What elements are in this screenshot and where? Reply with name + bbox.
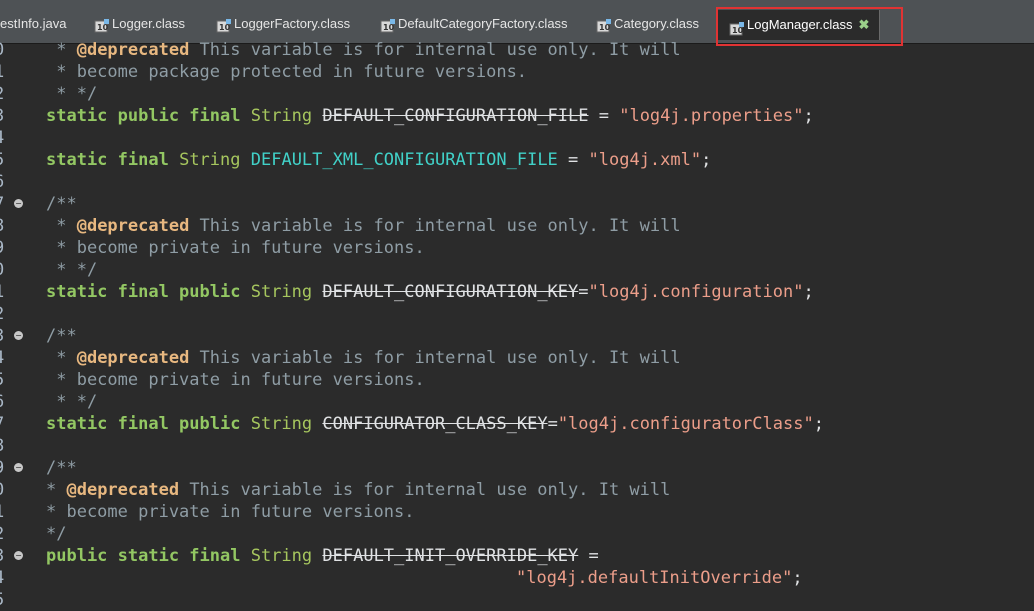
line-number: 0 [0, 259, 4, 281]
tab-label: estInfo.java [0, 16, 67, 31]
svg-text:10: 10 [599, 23, 611, 32]
line-number: 5 [0, 149, 4, 171]
tab-category-class[interactable]: 10 Category.class [596, 11, 699, 37]
code-line: * become package protected in future ver… [46, 62, 528, 82]
tab-label: Logger.class [112, 16, 185, 31]
line-number: 6 [0, 171, 4, 193]
code-line: * become private in future versions. [46, 502, 415, 522]
line-number: 3 [0, 105, 4, 127]
tab-logmanager-class[interactable]: 10 LogManager.class ✖ [716, 10, 881, 40]
fold-toggle-icon[interactable]: − [14, 331, 23, 340]
tab-label: DefaultCategoryFactory.class [398, 16, 568, 31]
code-line: "log4j.defaultInitOverride"; [516, 568, 803, 588]
code-line: * */ [46, 84, 98, 104]
code-line: * @deprecated This variable is for inter… [46, 40, 681, 60]
line-number: 3 [0, 325, 4, 347]
code-line: static final String DEFAULT_XML_CONFIGUR… [46, 150, 712, 170]
code-line: * become private in future versions. [46, 370, 425, 390]
line-number: 2 [0, 83, 4, 105]
fold-toggle-icon[interactable]: − [14, 551, 23, 560]
svg-text:10: 10 [219, 23, 231, 32]
code-line: * @deprecated This variable is for inter… [46, 480, 671, 500]
svg-text:10: 10 [383, 23, 395, 32]
code-line: static final public String DEFAULT_CONFI… [46, 282, 814, 302]
code-line: static final public String CONFIGURATOR_… [46, 414, 824, 434]
line-number: 1 [0, 281, 4, 303]
class-file-icon: 10 [380, 17, 395, 33]
code-line: /** [46, 194, 77, 214]
fold-toggle-icon[interactable]: − [14, 199, 23, 208]
code-line: * become private in future versions. [46, 238, 425, 258]
line-number: 0 [0, 39, 4, 61]
line-number: 8 [0, 435, 4, 457]
tab-testinfo-java[interactable]: estInfo.java [0, 11, 67, 37]
code-editor[interactable]: 0 1 2 3 4 5 6 7 8 9 0 1 2 3 4 5 6 7 8 9 … [0, 40, 1034, 610]
code-line: static public final String DEFAULT_CONFI… [46, 106, 814, 126]
line-number: 9 [0, 457, 4, 479]
code-line: * */ [46, 260, 98, 280]
editor-tab-bar: estInfo.java 10 Logger.class 10 LoggerFa… [0, 0, 1034, 46]
class-file-icon: 10 [216, 17, 231, 33]
code-line: public static final String DEFAULT_INIT_… [46, 546, 599, 566]
tab-logger-class[interactable]: 10 Logger.class [94, 11, 185, 37]
svg-text:10: 10 [97, 23, 109, 32]
class-file-icon: 10 [94, 17, 109, 33]
class-file-icon: 10 [596, 17, 611, 33]
line-number: 7 [0, 413, 4, 435]
line-number: 2 [0, 303, 4, 325]
line-number: 4 [0, 127, 4, 149]
tab-label: LoggerFactory.class [234, 16, 351, 31]
fold-toggle-icon[interactable]: − [14, 463, 23, 472]
line-number: 6 [0, 391, 4, 413]
code-line: /** [46, 458, 77, 478]
line-number: 5 [0, 369, 4, 391]
line-number: 5 [0, 589, 4, 611]
tab-label: Category.class [614, 16, 700, 31]
tab-defaultcategoryfactory-class[interactable]: 10 DefaultCategoryFactory.class [380, 11, 568, 37]
code-line: /** [46, 326, 77, 346]
line-number: 7 [0, 193, 4, 215]
svg-text:10: 10 [732, 26, 744, 35]
line-number: 1 [0, 61, 4, 83]
line-number: 0 [0, 479, 4, 501]
line-number: 4 [0, 347, 4, 369]
line-number: 2 [0, 523, 4, 545]
line-number: 9 [0, 237, 4, 259]
code-line: * @deprecated This variable is for inter… [46, 348, 681, 368]
line-number: 8 [0, 215, 4, 237]
code-line: * @deprecated This variable is for inter… [46, 216, 681, 236]
close-tab-icon[interactable]: ✖ [859, 10, 870, 40]
line-number: 3 [0, 545, 4, 567]
class-file-icon: 10 [729, 18, 744, 36]
line-number: 1 [0, 501, 4, 523]
line-number-gutter: 0 1 2 3 4 5 6 7 8 9 0 1 2 3 4 5 6 7 8 9 … [0, 40, 30, 610]
tab-label: LogManager.class [747, 17, 853, 32]
line-number: 4 [0, 567, 4, 589]
code-line: * */ [46, 392, 98, 412]
tab-loggerfactory-class[interactable]: 10 LoggerFactory.class [216, 11, 350, 37]
code-line: */ [46, 524, 67, 544]
